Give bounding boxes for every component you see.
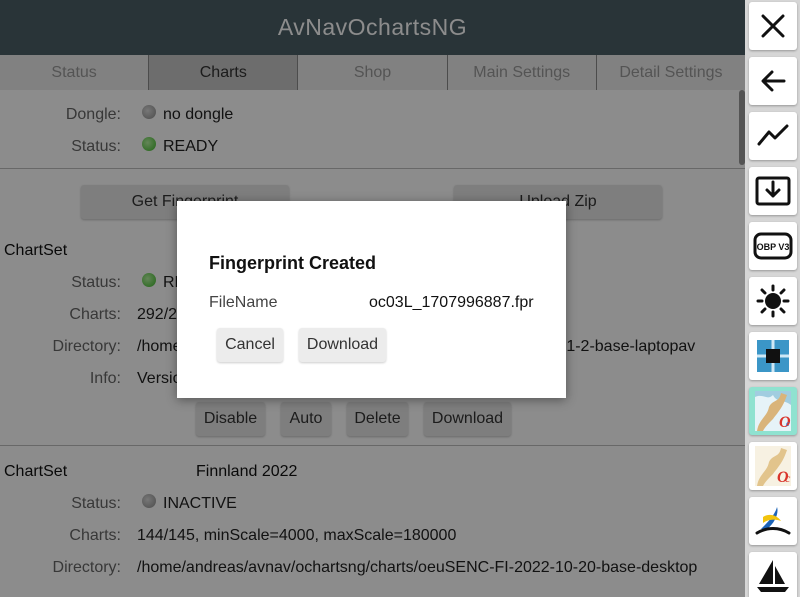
chart-line-button[interactable] (749, 112, 797, 160)
ocharts-button[interactable]: O c (749, 442, 797, 490)
sailboat-button[interactable] (749, 552, 797, 597)
layers-icon (757, 340, 789, 372)
brightness-icon (756, 284, 790, 318)
avnav-logo-button[interactable] (749, 497, 797, 545)
sailboat-icon (757, 560, 789, 592)
download-box-icon (755, 176, 791, 206)
filename-label: FileName (209, 294, 278, 311)
chart-line-icon (757, 124, 789, 146)
ocharts-icon: O c (755, 446, 791, 486)
layers-button[interactable] (749, 332, 797, 380)
download-button[interactable]: Download (299, 328, 386, 362)
ocharts-active-icon: O c (755, 391, 791, 431)
ocharts-active-button[interactable]: O c (749, 387, 797, 435)
obp-v3-button[interactable]: OBP V3 (749, 222, 797, 270)
main-panel: AvNavOchartsNG Status Charts Shop Main S… (0, 0, 745, 597)
close-button[interactable] (749, 2, 797, 50)
svg-text:c: c (786, 419, 790, 428)
svg-text:OBP V3: OBP V3 (757, 242, 790, 252)
back-arrow-icon (761, 70, 786, 92)
import-button[interactable] (749, 167, 797, 215)
avnav-logo-icon (755, 507, 791, 535)
sidebar: OBP V3 O c O c (745, 0, 800, 597)
cancel-button[interactable]: Cancel (217, 328, 283, 362)
dialog-title: Fingerprint Created (209, 253, 377, 273)
back-button[interactable] (749, 57, 797, 105)
close-icon (761, 14, 785, 38)
obp-v3-icon: OBP V3 (753, 232, 793, 260)
filename-value: oc03L_1707996887.fpr (369, 294, 534, 311)
fingerprint-dialog: Fingerprint Created FileName oc03L_17079… (177, 201, 566, 398)
brightness-button[interactable] (749, 277, 797, 325)
svg-text:c: c (785, 471, 791, 485)
